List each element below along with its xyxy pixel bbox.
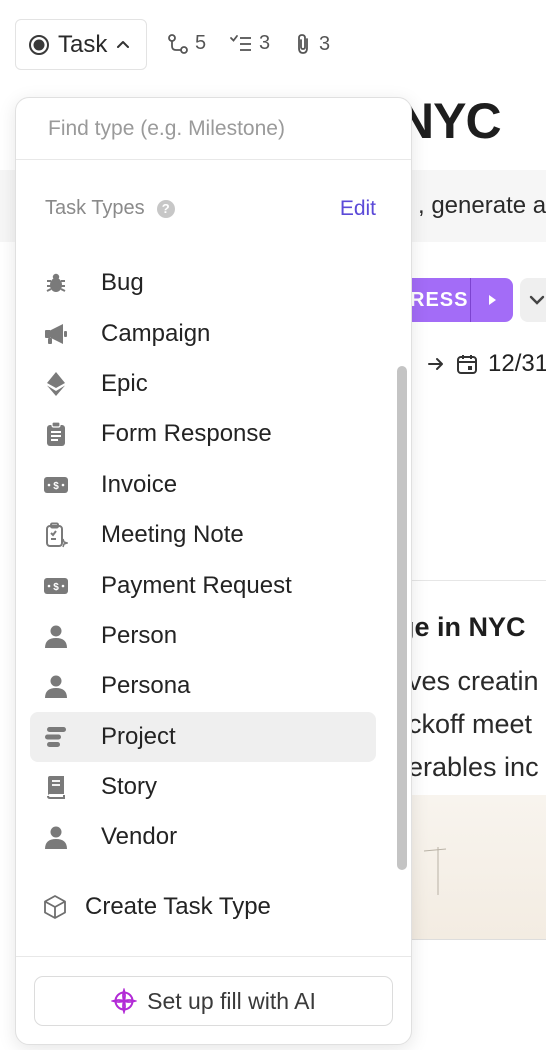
task-toolbar: Task 5 3 3 [0,0,546,90]
task-types-heading: Task Types [45,197,145,219]
type-label: Epic [101,369,148,397]
type-list-scrollbar[interactable] [397,366,407,870]
bug-icon [43,270,69,296]
calendar-icon [457,355,477,374]
type-item-project[interactable]: Project [30,711,376,762]
checklist-count[interactable]: 3 [229,32,270,55]
subtasks-count[interactable]: 5 [167,32,206,55]
create-task-type-label: Create Task Type [85,893,271,920]
description-line: ves creatin [408,666,539,696]
payment-icon: $ [43,573,69,599]
ai-sparkle-icon [111,988,138,1014]
description-text: ves creatin ckoff meet erables inc [408,660,539,789]
type-label: Bug [101,269,144,297]
svg-text:$: $ [53,481,59,492]
ai-fill-label: Set up fill with AI [147,987,316,1014]
task-title: NYC [398,93,502,149]
due-date-value: 12/31 [488,350,546,377]
attachments-count[interactable]: 3 [293,32,330,56]
type-label: Person [101,621,178,649]
type-label: Invoice [101,470,178,498]
type-search-bar [16,98,411,160]
subtasks-count-value: 5 [195,32,207,54]
description-image [400,795,546,940]
due-date[interactable]: 12/31 [426,350,546,378]
description-line: ckoff meet [408,709,533,739]
clipboard-icon [43,421,69,447]
book-icon [43,774,69,800]
svg-text:$: $ [53,582,59,593]
type-item-person[interactable]: Person [30,611,376,661]
content-divider [410,580,546,581]
description-line: erables inc [408,752,539,782]
arrow-right-icon [428,358,443,370]
status-next-button[interactable] [471,278,513,322]
task-type-dropdown: Task Types ? Edit Bug [15,97,412,1045]
task-types-header: Task Types ? [45,197,175,220]
task-status-icon [29,34,49,55]
person-icon [43,623,69,649]
type-item-form-response[interactable]: Form Response [30,409,376,459]
type-item-vendor[interactable]: Vendor [30,812,376,862]
project-icon [43,724,69,750]
type-item-meeting-note[interactable]: Meeting Note [30,510,376,560]
type-label: Form Response [101,420,272,448]
ai-fill-button[interactable]: Set up fill with AI [34,976,393,1026]
meeting-note-icon [43,522,69,548]
type-item-story[interactable]: Story [30,762,376,812]
task-type-label: Task [58,30,108,58]
task-type-list: Bug Campaign Epic Form Response $ Invoic… [30,258,376,863]
type-item-epic[interactable]: Epic [30,359,376,409]
type-item-invoice[interactable]: $ Invoice [30,460,376,510]
edit-task-types-link[interactable]: Edit [340,197,376,221]
vendor-icon [43,824,69,850]
footer-divider [16,956,411,957]
checklist-icon [230,34,251,51]
type-label: Payment Request [101,571,292,599]
checklist-count-value: 3 [259,32,271,54]
epic-icon [43,371,69,397]
megaphone-icon [43,321,69,347]
type-label: Story [101,773,158,801]
persona-icon [43,673,69,699]
status-menu-button[interactable] [520,278,546,322]
type-label: Meeting Note [101,521,244,549]
invoice-icon: $ [43,472,69,498]
ai-summary-text: , generate a [418,192,546,219]
attachments-count-value: 3 [319,32,331,55]
type-label: Persona [101,672,191,700]
type-item-persona[interactable]: Persona [30,661,376,711]
image-sketch [423,847,447,895]
create-task-type-button[interactable]: Create Task Type [42,893,271,921]
type-item-campaign[interactable]: Campaign [30,308,376,358]
type-item-payment-request[interactable]: $ Payment Request [30,560,376,610]
chevron-down-icon [529,295,545,305]
chevron-up-icon [117,40,130,48]
cube-icon [44,895,66,919]
type-label: Vendor [101,823,178,851]
paperclip-icon [298,34,308,54]
task-type-button[interactable]: Task [15,19,147,70]
type-label: Campaign [101,319,211,347]
help-icon[interactable]: ? [156,199,175,218]
type-label: Project [101,722,176,750]
type-item-bug[interactable]: Bug [30,258,376,308]
type-search-input[interactable] [48,112,388,146]
description-heading: ge in NYC [398,612,526,642]
caret-right-icon [489,295,496,305]
subtasks-icon [168,33,188,54]
